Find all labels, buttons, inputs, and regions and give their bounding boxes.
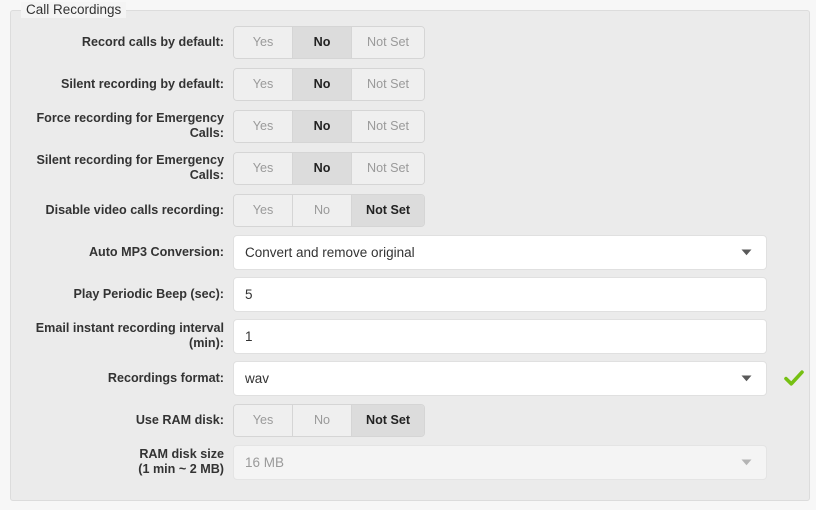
toggle-option-not-set[interactable]: Not Set bbox=[352, 68, 424, 100]
toggle-option-not-set[interactable]: Not Set bbox=[352, 110, 424, 142]
settings-row: Use RAM disk: Yes No Not Set bbox=[11, 399, 809, 441]
toggle-option-yes[interactable]: Yes bbox=[234, 194, 293, 226]
select-dropdown: 16 MB bbox=[233, 444, 767, 480]
toggle-option-yes[interactable]: Yes bbox=[234, 404, 293, 436]
select-caret bbox=[736, 249, 756, 256]
row-label: RAM disk size (1 min ~ 2 MB) bbox=[138, 447, 224, 476]
toggle-button-group[interactable]: Yes No Not Set bbox=[233, 403, 426, 437]
chevron-down-icon bbox=[741, 249, 751, 255]
select-value: wav bbox=[245, 370, 270, 386]
toggle-option-yes[interactable]: Yes bbox=[234, 26, 293, 58]
row-field: Yes No Not Set bbox=[233, 151, 809, 185]
toggle-button-group[interactable]: Yes No Not Set bbox=[233, 109, 425, 143]
toggle-option-no[interactable]: No bbox=[293, 26, 352, 58]
toggle-option-no[interactable]: No bbox=[293, 110, 352, 142]
settings-row: Disable video calls recording: Yes No Not S… bbox=[11, 189, 809, 231]
chevron-down-icon bbox=[741, 459, 751, 465]
toggle-option-yes[interactable]: Yes bbox=[234, 110, 293, 142]
toggle-button-group[interactable]: Yes No Not Set bbox=[233, 151, 425, 185]
settings-row: Record calls by default: Yes No Not Set bbox=[11, 21, 809, 63]
select-value: 16 MB bbox=[245, 454, 285, 470]
settings-row: Silent recording for Emergency Calls: Yes… bbox=[11, 147, 809, 189]
text-input[interactable] bbox=[233, 318, 767, 354]
row-label: Recordings format: bbox=[107, 370, 224, 385]
toggle-option-no[interactable]: No bbox=[293, 404, 352, 436]
toggle-option-no[interactable]: No bbox=[293, 68, 352, 100]
row-field: Yes No Not Set bbox=[233, 403, 809, 437]
settings-row: Silent recording by default: Yes No Not Set bbox=[11, 63, 809, 105]
call-recordings-fieldset: Call Recordings Record calls by default:… bbox=[10, 2, 810, 501]
toggle-button-group[interactable]: Yes No Not Set bbox=[233, 193, 426, 227]
toggle-option-not-set[interactable]: Not Set bbox=[352, 404, 425, 436]
toggle-option-no[interactable]: No bbox=[293, 194, 352, 226]
text-input[interactable] bbox=[233, 276, 767, 312]
row-field: Yes No Not Set bbox=[233, 67, 809, 101]
row-field: Convert and remove original bbox=[233, 234, 809, 270]
row-label: Play Periodic Beep (sec): bbox=[73, 286, 225, 301]
settings-page: Call Recordings Record calls by default:… bbox=[0, 0, 816, 510]
row-field: Yes No Not Set bbox=[233, 193, 809, 227]
settings-row: Email instant recording interval (min): bbox=[11, 315, 809, 357]
row-label: Silent recording for Emergency Calls: bbox=[36, 153, 224, 182]
toggle-option-no[interactable]: No bbox=[293, 152, 352, 184]
settings-row: Recordings format: wav bbox=[11, 357, 809, 399]
row-field: 16 MB bbox=[233, 444, 809, 480]
chevron-down-icon bbox=[741, 375, 751, 381]
row-label: Email instant recording interval (min): bbox=[35, 321, 224, 350]
row-label: Force recording for Emergency Calls: bbox=[36, 111, 224, 140]
select-dropdown[interactable]: wav bbox=[233, 360, 767, 396]
select-caret bbox=[736, 459, 756, 466]
toggle-option-not-set[interactable]: Not Set bbox=[352, 152, 424, 184]
valid-check-icon bbox=[784, 369, 804, 386]
settings-rows: Record calls by default: Yes No Not Set Sile… bbox=[11, 21, 809, 483]
settings-row: RAM disk size (1 min ~ 2 MB) 16 MB bbox=[11, 441, 809, 483]
toggle-button-group[interactable]: Yes No Not Set bbox=[233, 67, 425, 101]
row-field bbox=[233, 276, 809, 312]
toggle-option-yes[interactable]: Yes bbox=[234, 68, 293, 100]
toggle-button-group[interactable]: Yes No Not Set bbox=[233, 25, 425, 59]
row-field: Yes No Not Set bbox=[233, 109, 809, 143]
row-field: wav bbox=[233, 360, 809, 396]
toggle-option-yes[interactable]: Yes bbox=[234, 152, 293, 184]
row-label: Silent recording by default: bbox=[60, 76, 224, 91]
row-label: Auto MP3 Conversion: bbox=[88, 244, 224, 259]
toggle-option-not-set[interactable]: Not Set bbox=[352, 26, 424, 58]
settings-row: Auto MP3 Conversion: Convert and remove o… bbox=[11, 231, 809, 273]
fieldset-legend: Call Recordings bbox=[21, 2, 127, 18]
valid-indicator bbox=[784, 369, 804, 387]
select-dropdown[interactable]: Convert and remove original bbox=[233, 234, 767, 270]
select-caret bbox=[736, 375, 756, 382]
settings-row: Force recording for Emergency Calls: Yes N… bbox=[11, 105, 809, 147]
toggle-option-not-set[interactable]: Not Set bbox=[352, 194, 425, 226]
select-value: Convert and remove original bbox=[245, 244, 415, 260]
row-label: Use RAM disk: bbox=[135, 412, 224, 427]
row-field bbox=[233, 318, 809, 354]
row-field: Yes No Not Set bbox=[233, 25, 809, 59]
row-label: Disable video calls recording: bbox=[45, 202, 224, 217]
row-label: Record calls by default: bbox=[81, 34, 224, 49]
settings-row: Play Periodic Beep (sec): bbox=[11, 273, 809, 315]
